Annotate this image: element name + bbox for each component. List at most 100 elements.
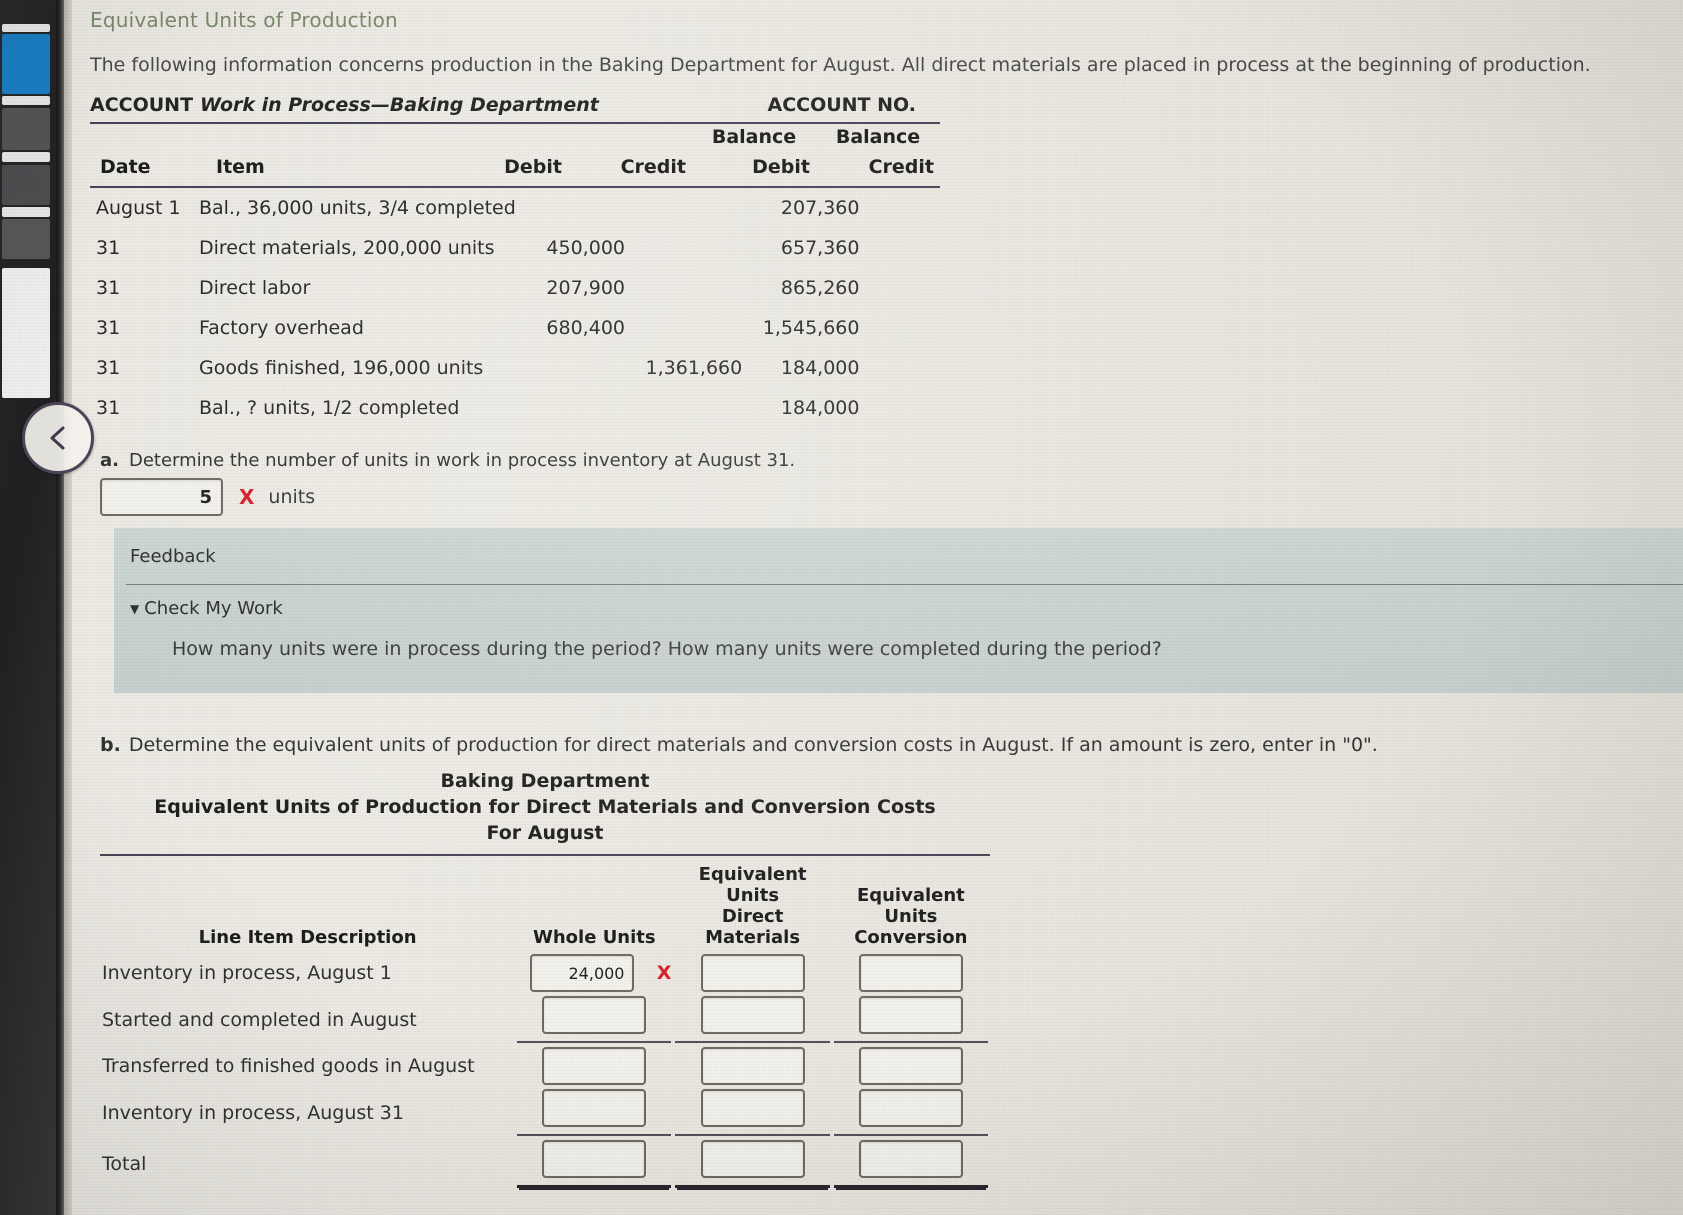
eu-heading-line-3: For August [486,822,604,844]
ledger-cell-item: Direct materials, 200,000 units [198,237,495,259]
eu-input-whole-units[interactable] [542,1140,647,1178]
col-balance-credit: Credit [868,156,934,178]
ledger-cell-balance-debit: 184,000 [780,357,860,379]
eu-cell [673,952,831,994]
ledger-cell-date: 31 [96,277,121,299]
eu-row-label: Started and completed in August [102,1008,417,1031]
check-my-work-toggle[interactable]: ▼ Check My Work [130,598,283,619]
eu-input-conversion[interactable] [858,1047,963,1085]
feedback-panel: Feedback ▼ Check My Work How many units … [114,528,1683,693]
ledger-cell-debit: 207,900 [546,277,625,299]
ledger-cell-balance-credit [865,268,940,308]
ledger-cell-credit [631,188,748,228]
eu-col-description: Line Item Description [198,927,417,948]
eu-cell-wrap [517,1047,671,1085]
account-header-row: ACCOUNT Work in Process—Baking Departmen… [90,94,940,120]
left-navigation-rail[interactable] [0,0,62,1215]
col-item: Item [216,156,265,178]
equivalent-units-table: Line Item Description Whole Units Equiva… [100,856,990,1190]
eu-input-direct-materials[interactable] [700,1047,805,1085]
eu-cell: 24,000 X [515,952,673,994]
eu-cell [515,1045,673,1087]
eu-cell-wrap [675,1047,829,1085]
eu-input-direct-materials[interactable] [700,1140,805,1178]
eu-row-label: Transferred to finished goods in August [102,1055,475,1077]
account-number-label: ACCOUNT NO. [767,94,916,116]
part-a-marker: a. [100,450,119,471]
rail-item-5[interactable] [2,165,50,205]
col-date: Date [100,156,151,178]
rail-item-8[interactable] [2,268,50,398]
eu-cell [515,994,673,1045]
eu-row-label: Inventory in process, August 1 [102,962,392,984]
eu-input-conversion[interactable] [858,996,963,1034]
account-label: ACCOUNT [90,94,194,116]
eu-cell-wrap: 24,000 X [517,954,671,992]
eu-cell [673,994,831,1045]
ledger-cell-debit [522,348,631,388]
balance-group-credit-label: Balance [835,126,921,148]
ledger-cell-balance-debit: 1,545,660 [762,317,860,339]
col-debit: Debit [504,156,562,178]
eu-input-direct-materials[interactable] [700,1089,805,1127]
eu-cell [832,1138,990,1190]
eu-cell-wrap [517,996,672,1043]
eu-cell [515,1087,673,1138]
col-credit: Credit [620,156,686,178]
ledger-row: 31 Direct labor 207,900 865,260 [90,268,940,308]
ledger-header-row: Date Item Debit Credit Debit Credit [90,154,940,184]
eu-row-label: Total [102,1153,147,1175]
eu-cell-wrap [675,996,830,1043]
rail-item-7[interactable] [2,219,50,259]
ledger-cell-debit: 680,400 [546,317,625,339]
feedback-divider [126,584,1683,585]
ledger-cell-date: 31 [96,397,121,419]
ledger-cell-balance-debit: 865,260 [780,277,860,299]
eu-cell [832,1087,990,1138]
ledger-table: Balance Balance Date Item Debit Credit D… [90,124,940,184]
rail-item-4[interactable] [2,152,50,162]
ledger-cell-date: 31 [96,237,121,259]
eu-cell-wrap [834,1047,988,1085]
eu-cell [832,1045,990,1087]
eu-input-direct-materials[interactable] [700,954,805,992]
ledger-cell-credit: 1,361,660 [645,357,743,379]
part-a-incorrect-icon: X [239,485,255,509]
rail-item-1[interactable] [2,34,50,94]
eu-heading-line-1: Baking Department [440,770,650,792]
part-b-marker: b. [100,734,121,756]
ledger-cell-balance-credit [865,308,940,348]
eu-input-whole-units[interactable] [542,1047,647,1085]
eu-cell-wrap [517,1140,672,1188]
ledger-cell-item: Bal., ? units, 1/2 completed [198,397,460,419]
rail-item-0[interactable] [2,24,50,32]
eu-input-conversion[interactable] [858,954,963,992]
eu-input-direct-materials[interactable] [700,996,805,1034]
ledger-cell-credit [631,228,748,268]
ledger-row: 31 Goods finished, 196,000 units 1,361,660… [90,348,940,388]
back-button[interactable] [22,402,94,474]
feedback-title: Feedback [130,546,216,567]
eu-input-conversion[interactable] [858,1089,963,1127]
rail-item-2[interactable] [2,96,50,105]
eu-table-row: Transferred to finished goods in August [100,1045,990,1087]
ledger-cell-credit [631,388,748,428]
eu-cell-wrap [833,996,988,1043]
eu-table-row: Inventory in process, August 31 [100,1087,990,1138]
eu-input-whole-units[interactable] [542,996,647,1034]
page-title: Equivalent Units of Production [90,8,398,32]
ledger-body: August 1 Bal., 36,000 units, 3/4 complete… [90,188,940,428]
ledger-cell-item: Bal., 36,000 units, 3/4 completed [198,197,516,219]
eu-col-cv-line2: Units Conversion [854,906,968,948]
ledger-cell-item: Goods finished, 196,000 units [198,357,484,379]
eu-input-whole-units[interactable] [542,1089,647,1127]
rail-item-6[interactable] [2,207,50,217]
eu-input-whole-units[interactable]: 24,000 [530,954,635,992]
account-name: Work in Process—Baking Department [200,94,599,116]
eu-col-conversion: Equivalent Units Conversion [832,856,990,952]
eu-input-conversion[interactable] [858,1140,963,1178]
ledger-cell-balance-credit [865,348,940,388]
part-a-answer-input[interactable]: 5 [100,478,223,516]
rail-item-3[interactable] [2,108,50,150]
ledger-cell-balance-debit: 657,360 [780,237,860,259]
